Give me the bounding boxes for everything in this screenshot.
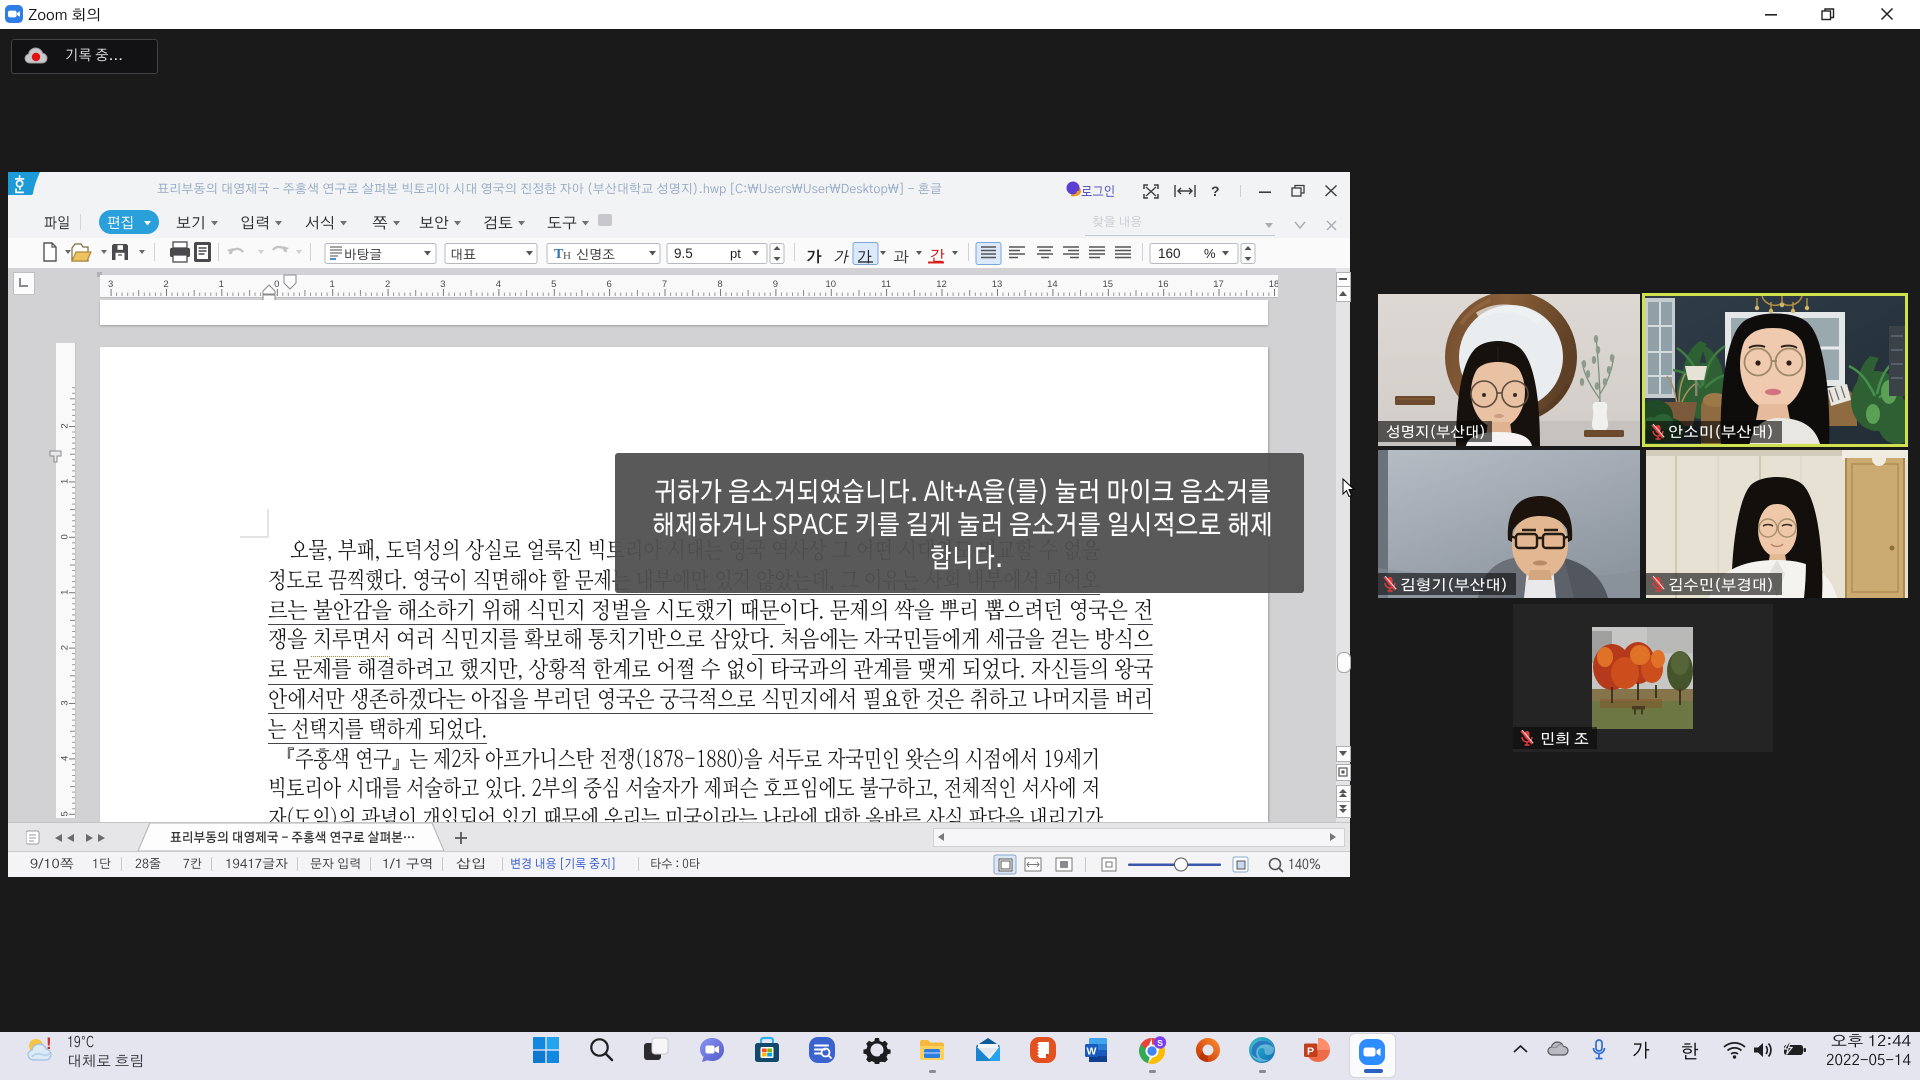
svg-text:15: 15	[1103, 279, 1114, 290]
svg-text:14: 14	[1047, 279, 1058, 290]
svg-text:10: 10	[826, 279, 837, 290]
svg-text:P: P	[1307, 1045, 1314, 1057]
svg-text:5: 5	[551, 279, 556, 290]
svg-text:1: 1	[330, 279, 335, 290]
svg-text:9.5: 9.5	[674, 246, 693, 261]
svg-text:%: %	[1204, 246, 1216, 261]
svg-text:W: W	[1087, 1046, 1097, 1058]
svg-text:11: 11	[881, 279, 891, 290]
svg-text:160: 160	[1158, 246, 1181, 261]
svg-text:S: S	[879, 1051, 887, 1064]
svg-text:H: H	[563, 250, 571, 262]
svg-text:4: 4	[496, 279, 501, 290]
svg-text:5: 5	[60, 811, 71, 816]
svg-text:16: 16	[1158, 279, 1169, 290]
svg-text:!: !	[46, 1036, 52, 1053]
svg-text:3: 3	[108, 279, 113, 290]
svg-text:1: 1	[60, 590, 71, 595]
svg-text:2: 2	[60, 423, 71, 428]
svg-text:1: 1	[219, 279, 224, 290]
svg-text:12: 12	[936, 279, 947, 290]
svg-text:2: 2	[60, 645, 71, 650]
svg-text:S: S	[1157, 1038, 1163, 1048]
svg-text:7: 7	[662, 279, 667, 290]
svg-text:6: 6	[606, 279, 611, 290]
svg-text:0: 0	[60, 534, 71, 539]
svg-text:3: 3	[60, 700, 71, 705]
svg-text:4: 4	[60, 756, 71, 761]
svg-text:17: 17	[1213, 279, 1224, 290]
svg-text:18: 18	[1269, 279, 1278, 290]
svg-text:1: 1	[60, 479, 71, 484]
svg-text:pt: pt	[730, 246, 741, 261]
svg-text:2: 2	[163, 279, 168, 290]
svg-text:9: 9	[773, 279, 778, 290]
svg-text:8: 8	[717, 279, 722, 290]
svg-text:3: 3	[440, 279, 445, 290]
svg-text:2: 2	[385, 279, 390, 290]
svg-text:13: 13	[992, 279, 1003, 290]
